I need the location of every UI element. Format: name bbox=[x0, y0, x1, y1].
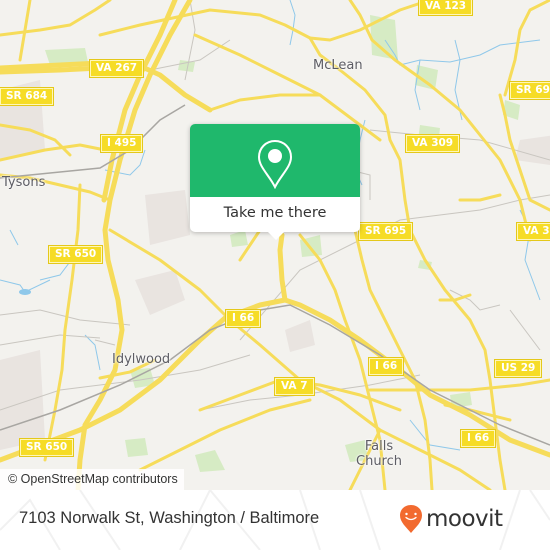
place-label-falls-church: Falls Church bbox=[356, 439, 403, 469]
map-attribution[interactable]: © OpenStreetMap contributors bbox=[0, 469, 184, 490]
road-shield: I 66 bbox=[459, 429, 497, 448]
location-popup: Take me there bbox=[190, 124, 360, 240]
place-label-idylwood: Idylwood bbox=[112, 352, 171, 367]
major-road bbox=[458, 193, 502, 202]
major-road bbox=[208, 93, 322, 112]
stream bbox=[9, 229, 19, 246]
highway-spur bbox=[277, 232, 288, 303]
address-text: 7103 Norwalk St, Washington / Baltimore bbox=[19, 509, 320, 527]
urban-area bbox=[0, 350, 45, 450]
road-shield: VA 7 bbox=[274, 377, 315, 396]
minor-road bbox=[509, 309, 541, 351]
urban-area bbox=[145, 190, 190, 245]
stream bbox=[289, 0, 296, 46]
park bbox=[230, 230, 248, 247]
rail-line bbox=[0, 304, 550, 446]
place-label-tysons: Tysons bbox=[2, 175, 46, 190]
footer: 7103 Norwalk St, Washington / Baltimore … bbox=[0, 490, 550, 550]
moovit-pin-icon bbox=[400, 505, 422, 533]
urban-area bbox=[515, 135, 550, 165]
road-shield: VA 123 bbox=[417, 0, 474, 16]
road-shield: SR 695 bbox=[508, 81, 550, 100]
road-shield: VA 309 bbox=[515, 222, 550, 241]
major-road bbox=[138, 398, 312, 472]
location-pin-icon bbox=[257, 139, 293, 189]
urban-area bbox=[285, 320, 315, 352]
map[interactable]: VA 267 SR 684 I 495 VA 123 VA 309 SR 695… bbox=[0, 0, 550, 490]
moovit-logo[interactable]: moovit bbox=[399, 503, 503, 535]
minor-road bbox=[0, 334, 101, 346]
road-shield: VA 267 bbox=[88, 59, 145, 78]
park bbox=[125, 438, 148, 457]
road-shield: I 66 bbox=[367, 357, 405, 376]
road-shield: VA 309 bbox=[404, 134, 461, 153]
pond bbox=[19, 289, 31, 295]
road-shield: SR 695 bbox=[357, 222, 414, 241]
major-road bbox=[503, 0, 550, 97]
road-shield: SR 684 bbox=[0, 87, 55, 106]
major-road-us29 bbox=[368, 378, 550, 392]
road-shield: SR 650 bbox=[18, 438, 75, 457]
road-shield: I 495 bbox=[99, 134, 144, 153]
major-road-va309 bbox=[308, 36, 507, 490]
place-label-mclean: McLean bbox=[313, 58, 363, 73]
stream bbox=[409, 419, 461, 451]
road-shield: US 29 bbox=[493, 359, 543, 378]
moovit-wordmark: moovit bbox=[426, 506, 503, 532]
park bbox=[195, 450, 225, 472]
road-shield: I 66 bbox=[224, 309, 262, 328]
take-me-there-button[interactable]: Take me there bbox=[190, 197, 360, 232]
major-road bbox=[438, 293, 472, 302]
map-tiles bbox=[0, 0, 550, 490]
major-road bbox=[0, 0, 112, 37]
popup-header bbox=[190, 124, 360, 197]
urban-area bbox=[135, 270, 185, 315]
major-road-sr650 bbox=[43, 183, 82, 462]
road-shield: SR 650 bbox=[47, 245, 104, 264]
minor-road bbox=[94, 339, 116, 346]
popup-pointer bbox=[268, 232, 284, 240]
